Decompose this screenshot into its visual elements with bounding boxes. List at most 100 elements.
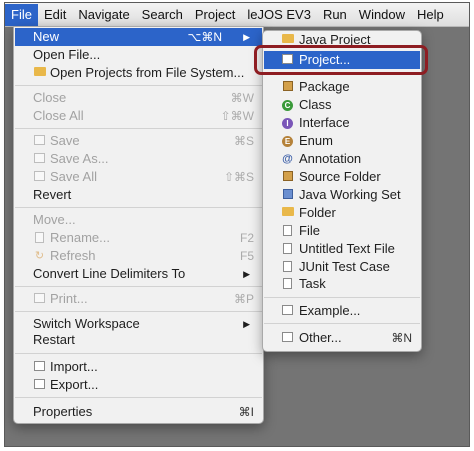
file-export-item[interactable]: Export... [15, 376, 262, 394]
menu-item-label: Save All [50, 169, 97, 184]
new-junit-test-case-item[interactable]: JUnit Test Case [264, 258, 420, 276]
shortcut: F5 [239, 249, 254, 263]
menu-item-label: Task [299, 276, 326, 291]
file-close-all-item[interactable]: Close All ⇧⌘W [15, 107, 262, 125]
new-java-working-set-item[interactable]: Java Working Set [264, 186, 420, 204]
menu-item-label: Example... [299, 303, 361, 318]
menu-item-label: Refresh [50, 248, 96, 263]
new-untitled-text-file-item[interactable]: Untitled Text File [264, 240, 420, 258]
menu-separator [15, 286, 262, 287]
source-folder-icon [281, 171, 294, 183]
menu-item-label: Interface [299, 115, 350, 130]
shortcut: ⌘N [391, 331, 412, 345]
menu-item-label: Other... [299, 330, 342, 345]
folder-icon [281, 207, 294, 219]
new-task-item[interactable]: Task [264, 275, 420, 293]
file-properties-item[interactable]: Properties ⌘I [15, 403, 262, 421]
menu-item-label: Rename... [50, 230, 110, 245]
menu-item-label: Close All [33, 108, 84, 123]
menu-item-label: New [33, 29, 60, 44]
new-file-item[interactable]: File [264, 222, 420, 240]
menu-navigate[interactable]: Navigate [72, 4, 135, 26]
menu-item-label: Enum [299, 133, 333, 148]
menu-item-label: Package [299, 79, 350, 94]
file-refresh-item[interactable]: ↻ Refresh F5 [15, 247, 262, 265]
rename-icon [33, 232, 46, 244]
menu-item-label: Import... [50, 359, 98, 374]
file-save-as-item[interactable]: Save As... [15, 150, 262, 168]
text-file-icon [281, 243, 294, 255]
import-icon [33, 361, 46, 373]
file-open-file-item[interactable]: Open File... [15, 46, 262, 64]
file-restart-item[interactable]: Restart [15, 331, 262, 349]
menu-help[interactable]: Help [411, 4, 450, 26]
file-save-item[interactable]: Save ⌘S [15, 132, 262, 150]
print-icon [33, 293, 46, 305]
save-all-icon [33, 171, 46, 183]
save-icon [33, 135, 46, 147]
menu-separator [15, 128, 262, 129]
submenu-arrow-icon: ▶ [243, 269, 250, 279]
file-new-item[interactable]: New ⌥⌘N ▶ [15, 28, 262, 46]
file-convert-line-delimiters-item[interactable]: Convert Line Delimiters To ▶ [15, 265, 262, 283]
menu-item-label: Restart [33, 332, 75, 347]
menu-search[interactable]: Search [136, 4, 189, 26]
example-icon [281, 305, 294, 317]
menu-file[interactable]: File [5, 3, 38, 26]
new-source-folder-item[interactable]: Source Folder [264, 168, 420, 186]
task-icon [281, 278, 294, 290]
new-submenu: Java Project Project... Package C Class … [262, 30, 422, 352]
menu-run[interactable]: Run [317, 4, 353, 26]
menu-item-label: File [299, 223, 320, 238]
menu-project[interactable]: Project [189, 4, 241, 26]
file-save-all-item[interactable]: Save All ⇧⌘S [15, 168, 262, 186]
menu-bar: File Edit Navigate Search Project leJOS … [5, 3, 469, 27]
menu-separator [15, 311, 262, 312]
screenshot: File Edit Navigate Search Project leJOS … [0, 0, 474, 451]
menu-item-label: Convert Line Delimiters To [33, 266, 186, 281]
new-package-item[interactable]: Package [264, 78, 420, 96]
shortcut: ⌘P [233, 292, 254, 306]
menu-item-label: Properties [33, 404, 93, 419]
file-import-item[interactable]: Import... [15, 358, 262, 376]
new-annotation-item[interactable]: @ Annotation [264, 150, 420, 168]
new-other-item[interactable]: Other... ⌘N [264, 329, 420, 347]
menu-separator [15, 397, 262, 398]
enum-icon: E [281, 135, 294, 147]
working-set-icon [281, 189, 294, 201]
menu-item-label: Class [299, 97, 332, 112]
new-folder-item[interactable]: Folder [264, 204, 420, 222]
menu-item-label: Java Working Set [299, 187, 401, 202]
file-print-item[interactable]: Print... ⌘P [15, 290, 262, 308]
menu-item-label: Untitled Text File [299, 241, 395, 256]
menu-lejos-ev3[interactable]: leJOS EV3 [241, 4, 317, 26]
shortcut: ⇧⌘S [223, 170, 254, 184]
shortcut: ⌥⌘N [187, 30, 223, 44]
new-enum-item[interactable]: E Enum [264, 132, 420, 150]
menu-edit[interactable]: Edit [38, 4, 72, 26]
menu-window[interactable]: Window [353, 4, 411, 26]
new-class-item[interactable]: C Class [264, 96, 420, 114]
class-icon: C [281, 99, 294, 111]
menu-item-label: Folder [299, 205, 336, 220]
folder-open-icon [33, 67, 46, 79]
menu-item-label: Open Projects from File System... [50, 65, 245, 80]
menu-separator [264, 323, 420, 324]
file-close-item[interactable]: Close ⌘W [15, 89, 262, 107]
shortcut: ⇧⌘W [220, 109, 254, 123]
file-open-projects-item[interactable]: Open Projects from File System... [15, 64, 262, 82]
menu-item-label: Export... [50, 377, 99, 392]
menu-item-label: Open File... [33, 47, 101, 62]
menu-item-label: Revert [33, 187, 72, 202]
interface-icon: I [281, 117, 294, 129]
file-rename-item[interactable]: Rename... F2 [15, 229, 262, 247]
new-interface-item[interactable]: I Interface [264, 114, 420, 132]
new-example-item[interactable]: Example... [264, 302, 420, 320]
menu-separator [15, 85, 262, 86]
file-move-item[interactable]: Move... [15, 211, 262, 229]
menu-item-label: Move... [33, 212, 76, 227]
highlight-callout-box [254, 45, 428, 75]
file-revert-item[interactable]: Revert [15, 186, 262, 204]
package-icon [281, 81, 294, 93]
menu-separator [264, 297, 420, 298]
